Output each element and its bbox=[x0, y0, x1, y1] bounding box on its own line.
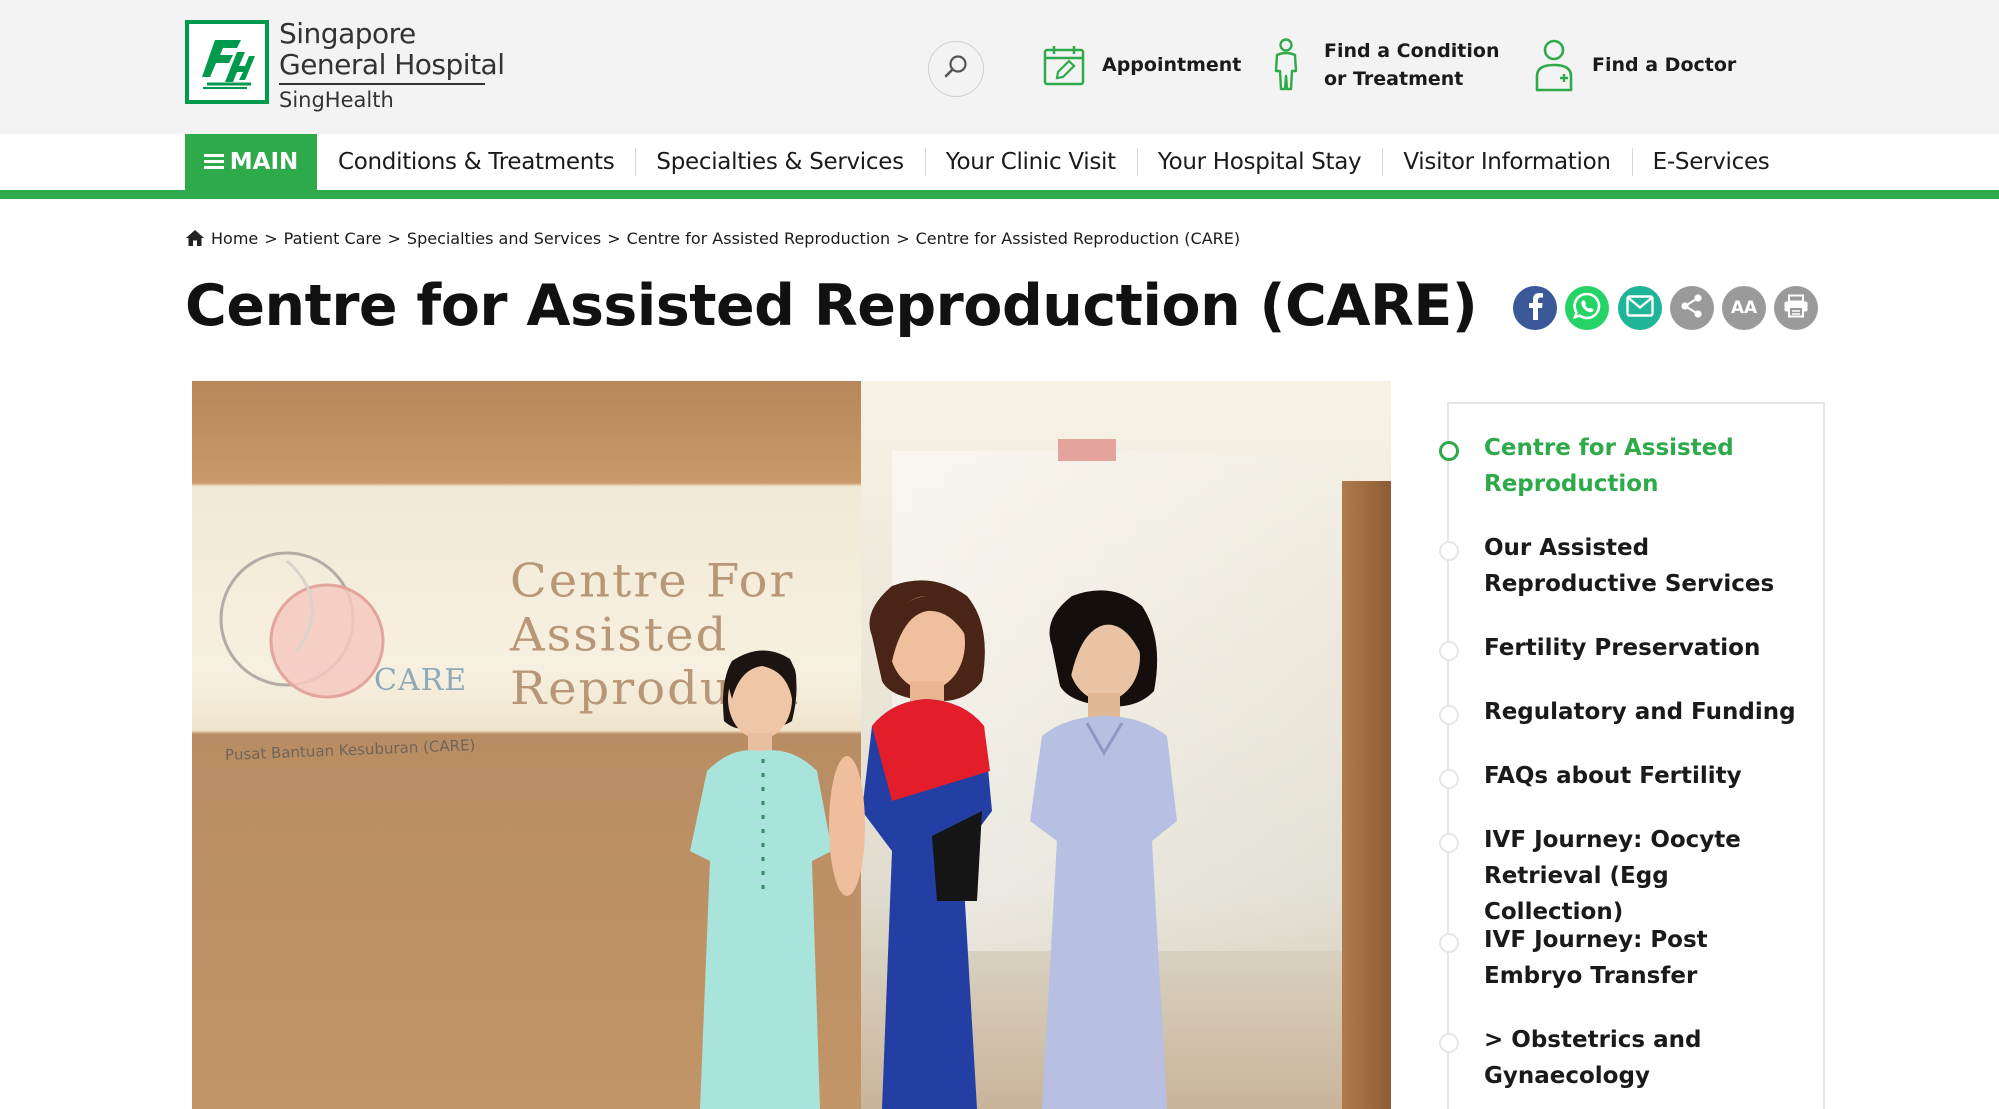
find-condition-label: Find a Condition or Treatment bbox=[1324, 37, 1499, 93]
appointment-label: Appointment bbox=[1102, 51, 1241, 79]
logo-line-2: General Hospital bbox=[279, 48, 505, 81]
hamburger-icon bbox=[203, 154, 224, 170]
sidebar-item-line-1: IVF Journey: Oocyte bbox=[1484, 827, 1741, 853]
dot-icon bbox=[1439, 933, 1459, 953]
dot-icon bbox=[1439, 1033, 1459, 1053]
sidebar-item-label: > Obstetrics and Gynaecology bbox=[1484, 1022, 1804, 1094]
home-icon bbox=[185, 229, 205, 247]
active-dot-icon bbox=[1439, 441, 1459, 461]
dot-icon bbox=[1439, 541, 1459, 561]
dot-icon bbox=[1439, 641, 1459, 661]
breadcrumb-patient-care[interactable]: Patient Care bbox=[284, 229, 382, 248]
nav-item-conditions-treatments[interactable]: Conditions & Treatments bbox=[317, 134, 635, 190]
sgh-logo-icon bbox=[185, 20, 269, 104]
sgh-logo[interactable]: Singapore General Hospital SingHealth bbox=[185, 18, 505, 114]
main-menu-button[interactable]: MAIN bbox=[185, 134, 317, 190]
whatsapp-share-button[interactable] bbox=[1565, 286, 1609, 330]
breadcrumb-specialties-services[interactable]: Specialties and Services bbox=[407, 229, 601, 248]
dot-icon bbox=[1439, 833, 1459, 853]
main-menu-label: MAIN bbox=[229, 149, 299, 175]
logo-line-1: Singapore bbox=[279, 17, 416, 50]
email-share-button[interactable] bbox=[1618, 286, 1662, 330]
nav-item-your-hospital-stay[interactable]: Your Hospital Stay bbox=[1136, 134, 1383, 190]
logo-singhealth: SingHealth bbox=[279, 88, 394, 112]
search-icon bbox=[942, 53, 970, 86]
find-condition-line-1: Find a Condition bbox=[1324, 40, 1500, 62]
nav-item-visitor-information[interactable]: Visitor Information bbox=[1382, 134, 1631, 190]
section-sidebar bbox=[1447, 402, 1825, 1109]
doctor-icon bbox=[1530, 37, 1578, 93]
sidebar-item-line-2: Reproduction bbox=[1484, 471, 1659, 497]
nav-underline bbox=[0, 190, 1999, 199]
nav-item-e-services[interactable]: E-Services bbox=[1631, 134, 1791, 190]
find-doctor-label: Find a Doctor bbox=[1592, 51, 1736, 79]
site-header: Singapore General Hospital SingHealth Ap bbox=[0, 0, 1999, 134]
dot-icon bbox=[1439, 769, 1459, 789]
calendar-edit-icon bbox=[1040, 37, 1088, 93]
print-icon bbox=[1783, 294, 1809, 323]
breadcrumb: Home > Patient Care > Specialties and Se… bbox=[185, 226, 1240, 250]
dot-icon bbox=[1439, 705, 1459, 725]
breadcrumb-separator: > bbox=[607, 228, 621, 248]
breadcrumb-separator: > bbox=[387, 228, 401, 248]
nav-item-specialties-services[interactable]: Specialties & Services bbox=[635, 134, 924, 190]
sidebar-item-line-2: Embryo Transfer bbox=[1484, 963, 1698, 989]
sidebar-item-line-1: > Obstetrics and bbox=[1484, 1027, 1702, 1053]
appointment-label-text: Appointment bbox=[1102, 54, 1242, 76]
hero-photo: CARE Centre For Assisted Reproducti Pusa… bbox=[192, 381, 1391, 1109]
sidebar-item-label: Centre for Assisted Reproduction bbox=[1484, 430, 1804, 502]
nav-item-your-clinic-visit[interactable]: Your Clinic Visit bbox=[924, 134, 1137, 190]
font-size-icon: AA bbox=[1730, 298, 1758, 318]
sidebar-item-label: Regulatory and Funding bbox=[1484, 699, 1796, 725]
sgh-logo-text: Singapore General Hospital SingHealth bbox=[279, 18, 505, 112]
sidebar-item-label: FAQs about Fertility bbox=[1484, 763, 1742, 789]
breadcrumb-home[interactable]: Home bbox=[211, 229, 258, 248]
breadcrumb-centre-assisted-reproduction[interactable]: Centre for Assisted Reproduction bbox=[627, 229, 891, 248]
sidebar-item-line-2: Reproductive Services bbox=[1484, 571, 1775, 597]
person-icon bbox=[1262, 37, 1310, 93]
find-condition-line-2: or Treatment bbox=[1324, 68, 1464, 90]
facebook-icon bbox=[1525, 292, 1545, 325]
share-button[interactable] bbox=[1670, 286, 1714, 330]
find-doctor-link[interactable]: Find a Doctor bbox=[1530, 32, 1736, 98]
breadcrumb-separator: > bbox=[264, 228, 278, 248]
nav-items: Conditions & Treatments Specialties & Se… bbox=[317, 134, 1791, 190]
sidebar-item-line-2: Retrieval (Egg Collection) bbox=[1484, 863, 1669, 925]
sidebar-item-label: IVF Journey: Post Embryo Transfer bbox=[1484, 922, 1804, 994]
hero-staff-figures bbox=[690, 580, 1177, 1109]
sidebar-item-line-1: IVF Journey: Post bbox=[1484, 927, 1708, 953]
page-title: Centre for Assisted Reproduction (CARE) bbox=[185, 273, 1478, 339]
email-icon bbox=[1626, 294, 1654, 322]
find-condition-link[interactable]: Find a Condition or Treatment bbox=[1262, 32, 1499, 98]
sidebar-item-line-1: Our Assisted bbox=[1484, 535, 1650, 561]
print-button[interactable] bbox=[1774, 286, 1818, 330]
logo-divider bbox=[279, 83, 485, 85]
sidebar-item-label: Fertility Preservation bbox=[1484, 635, 1761, 661]
share-icon bbox=[1679, 293, 1705, 324]
find-doctor-label-text: Find a Doctor bbox=[1592, 54, 1737, 76]
breadcrumb-current: Centre for Assisted Reproduction (CARE) bbox=[915, 228, 1241, 248]
whatsapp-icon bbox=[1572, 291, 1602, 326]
breadcrumb-separator: > bbox=[896, 228, 910, 248]
sidebar-item-label: Our Assisted Reproductive Services bbox=[1484, 530, 1804, 602]
sidebar-item-line-1: Centre for Assisted bbox=[1484, 435, 1734, 461]
sidebar-item-line-2: Gynaecology bbox=[1484, 1063, 1650, 1089]
facebook-share-button[interactable] bbox=[1513, 286, 1557, 330]
search-button[interactable] bbox=[928, 41, 984, 97]
font-size-button[interactable]: AA bbox=[1722, 286, 1766, 330]
appointment-link[interactable]: Appointment bbox=[1040, 32, 1241, 98]
sidebar-item-label: IVF Journey: Oocyte Retrieval (Egg Colle… bbox=[1484, 822, 1804, 930]
